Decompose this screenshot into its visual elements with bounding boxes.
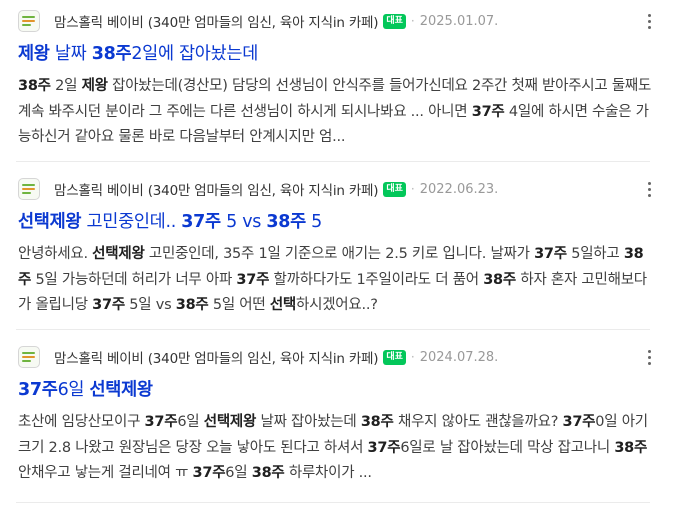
- representative-badge: 대표: [383, 181, 406, 197]
- highlight-keyword: 38주: [614, 439, 648, 456]
- result-meta: 맘스홀릭 베이비 (340만 엄마들의 임신, 육아 지식in 카페) 대표 ·…: [18, 10, 638, 32]
- text-segment: 5 vs: [220, 212, 267, 232]
- highlight-keyword: 37주: [562, 414, 596, 430]
- separator-dot: ·: [410, 14, 415, 28]
- text-segment: 5일하고: [566, 246, 624, 262]
- highlight-keyword: 37주: [236, 271, 270, 288]
- text-segment: 하루차이가 ...: [284, 465, 372, 482]
- highlight-keyword: 37주: [471, 103, 505, 120]
- separator-dot: ·: [410, 350, 415, 364]
- text-segment: 채우지 않아도 괜찮을까요?: [393, 414, 563, 430]
- highlight-keyword: 37주: [367, 439, 401, 456]
- highlight-keyword: 38주: [266, 212, 306, 232]
- result-divider: [16, 329, 650, 330]
- highlight-keyword: 38주: [91, 44, 132, 64]
- text-segment: 안채우고 낳는게 걸리네여 ㅠ: [18, 465, 193, 482]
- cafe-source-link[interactable]: 맘스홀릭 베이비 (340만 엄마들의 임신, 육아 지식in 카페): [54, 11, 379, 31]
- highlight-keyword: 37주: [144, 414, 178, 430]
- more-options-icon[interactable]: [644, 180, 656, 200]
- text-segment: 5일 가능하던데 허리가 너무 아파: [31, 271, 237, 288]
- result-divider: [16, 161, 650, 162]
- highlight-keyword: 38주: [483, 271, 516, 288]
- result-divider: [16, 502, 650, 503]
- highlight-keyword: 37주: [181, 212, 221, 232]
- result-title-link[interactable]: 37주6일 선택제왕: [18, 376, 153, 401]
- representative-badge: 대표: [383, 13, 406, 29]
- post-date: 2022.06.23.: [419, 181, 499, 197]
- highlight-keyword: 37주: [18, 380, 58, 400]
- highlight-keyword: 선택: [269, 297, 297, 314]
- highlight-keyword: 37주: [534, 246, 567, 262]
- result-meta: 맘스홀릭 베이비 (340만 엄마들의 임신, 육아 지식in 카페) 대표 ·…: [18, 346, 638, 368]
- more-options-icon[interactable]: [644, 348, 656, 368]
- highlight-keyword: 제왕: [81, 78, 108, 94]
- text-segment: 고민중인데, 35주 1일 기준으로 애기는 2.5 키로 입니다. 날짜가: [144, 246, 535, 262]
- text-segment: 6일: [225, 465, 252, 482]
- text-segment: 6일로 날 잡아놨는데 막상 잡고나니: [400, 439, 615, 456]
- text-segment: 고민중인데..: [81, 212, 182, 232]
- highlight-keyword: 38주: [175, 297, 209, 314]
- text-segment: 할까하다가도 1주일이라도 더 품어: [269, 271, 484, 288]
- text-segment: 5일 vs: [124, 297, 176, 314]
- highlight-keyword: 37주: [92, 297, 125, 314]
- highlight-keyword: 선택제왕: [89, 380, 153, 400]
- result-snippet[interactable]: 38주 2일 제왕 잡아놨는데(경산모) 담당의 선생님이 안식주를 들어가신데…: [18, 74, 654, 151]
- result-title-link[interactable]: 선택제왕 고민중인데.. 37주 5 vs 38주 5: [18, 208, 322, 233]
- result-meta: 맘스홀릭 베이비 (340만 엄마들의 임신, 육아 지식in 카페) 대표 ·…: [18, 178, 638, 200]
- cafe-thumbnail-icon[interactable]: [18, 346, 40, 368]
- cafe-thumbnail-icon[interactable]: [18, 10, 40, 32]
- result-snippet[interactable]: 안녕하세요. 선택제왕 고민중인데, 35주 1일 기준으로 애기는 2.5 키…: [18, 242, 654, 319]
- text-segment: 날짜 잡아놨는데: [256, 414, 361, 430]
- post-date: 2024.07.28.: [419, 349, 499, 365]
- highlight-keyword: 선택제왕: [92, 246, 145, 262]
- result-title-link[interactable]: 제왕 날짜 38주2일에 잡아놨는데: [18, 40, 258, 65]
- highlight-keyword: 선택제왕: [18, 212, 82, 232]
- more-options-icon[interactable]: [644, 12, 656, 32]
- highlight-keyword: 선택제왕: [203, 414, 257, 430]
- post-date: 2025.01.07.: [419, 13, 499, 29]
- text-segment: 2일에 잡아놨는데: [131, 44, 259, 64]
- text-segment: 날짜: [49, 44, 92, 64]
- cafe-thumbnail-icon[interactable]: [18, 178, 40, 200]
- cafe-source-link[interactable]: 맘스홀릭 베이비 (340만 엄마들의 임신, 육아 지식in 카페): [54, 347, 379, 367]
- result-snippet[interactable]: 초산에 임당산모이구 37주6일 선택제왕 날짜 잡아놨는데 38주 채우지 않…: [18, 410, 654, 487]
- text-segment: 안녕하세요.: [18, 246, 93, 262]
- text-segment: 6일: [57, 380, 90, 400]
- cafe-source-link[interactable]: 맘스홀릭 베이비 (340만 엄마들의 임신, 육아 지식in 카페): [54, 179, 379, 199]
- separator-dot: ·: [410, 182, 415, 196]
- text-segment: 초산에 임당산모이구: [18, 414, 145, 430]
- highlight-keyword: 38주: [251, 465, 285, 482]
- representative-badge: 대표: [383, 349, 406, 365]
- highlight-keyword: 제왕: [18, 44, 50, 64]
- text-segment: 5: [305, 212, 322, 232]
- text-segment: 하시겠어요..?: [296, 297, 378, 314]
- text-segment: 5일 어떤: [208, 297, 270, 314]
- text-segment: 6일: [177, 414, 204, 430]
- highlight-keyword: 38주: [18, 78, 51, 94]
- text-segment: 2일: [50, 78, 82, 94]
- highlight-keyword: 37주: [192, 465, 226, 482]
- highlight-keyword: 38주: [360, 414, 394, 430]
